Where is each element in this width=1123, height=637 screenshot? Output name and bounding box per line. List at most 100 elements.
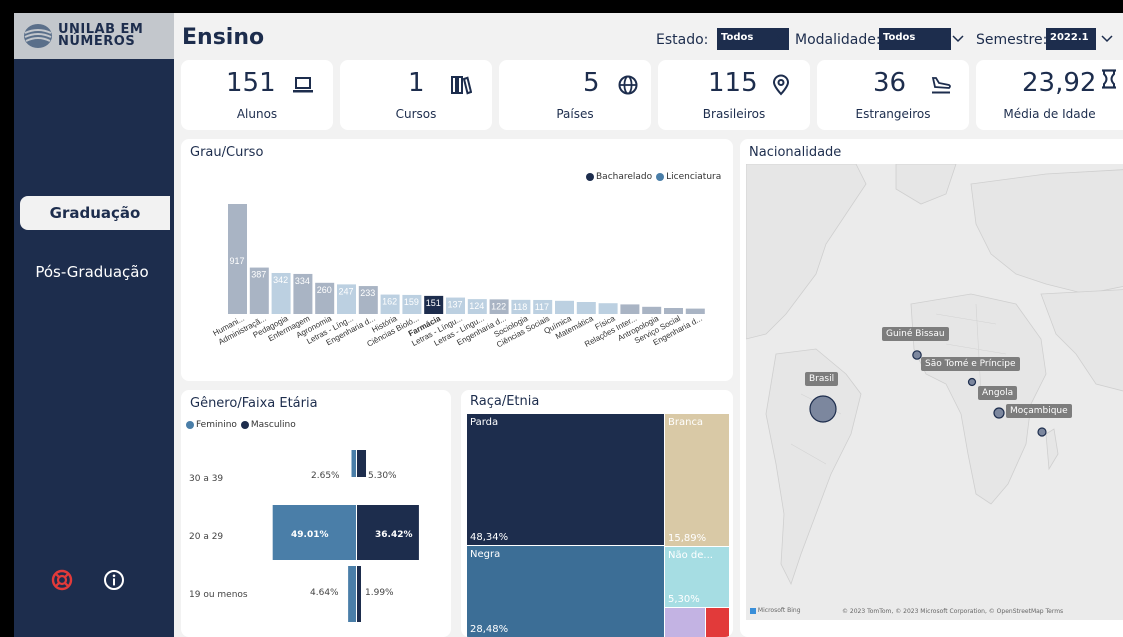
lifebuoy-icon[interactable] xyxy=(51,569,73,591)
bar-feminino-2[interactable] xyxy=(348,566,356,622)
bar-17[interactable] xyxy=(598,303,618,314)
map-bubble-sao-tome[interactable] xyxy=(967,377,977,387)
panel-grau-curso: Grau/Curso Bacharelado Licenciatura 917 H… xyxy=(181,139,733,381)
bar-20[interactable] xyxy=(664,308,683,314)
nav-graduacao-label: Graduação xyxy=(49,204,141,222)
map-label-mocambique: Moçambique xyxy=(1006,404,1072,418)
bar-label-6: 233 xyxy=(360,288,375,298)
logo-text: UNILAB EM NÚMEROS xyxy=(58,23,143,49)
bar-label-12: 122 xyxy=(491,301,506,311)
bar-label-1: 387 xyxy=(251,270,266,280)
nacionalidade-title: Nacionalidade xyxy=(749,145,842,160)
bar-label-14: 117 xyxy=(535,302,549,312)
treemap-parda-name: Parda xyxy=(470,417,499,428)
treemap-cell-negra[interactable]: Negra 28,48% xyxy=(467,546,664,637)
map-label-sao-tome: São Tomé e Príncipe xyxy=(921,357,1020,371)
books-icon xyxy=(451,76,472,95)
pct-fem-19-menos: 4.64% xyxy=(310,588,339,598)
treemap-branca-name: Branca xyxy=(668,417,704,428)
chevron-down-icon[interactable] xyxy=(948,29,968,49)
treemap-cell-amarela[interactable] xyxy=(665,608,705,637)
kpi-media-idade: 23,92 Média de Idade xyxy=(976,60,1123,130)
bar-label-3: 334 xyxy=(295,276,310,286)
map-credit[interactable]: © 2023 TomTom, © 2023 Microsoft Corporat… xyxy=(842,608,1063,615)
estado-label: Estado: xyxy=(656,32,709,48)
treemap-cell-branca[interactable]: Branca 15,89% xyxy=(665,414,729,546)
world-map[interactable]: Brasil Guiné Bissau São Tomé e Príncipe … xyxy=(746,164,1123,620)
estado-value: Todos xyxy=(721,32,754,43)
bar-label-4: 260 xyxy=(317,285,332,295)
laptop-icon xyxy=(293,77,313,93)
bar-label-2: 342 xyxy=(273,275,288,285)
semestre-select[interactable]: 2022.1 xyxy=(1046,28,1096,50)
map-bubble-guine-bissau[interactable] xyxy=(912,350,922,360)
plane-landing-icon xyxy=(931,77,951,94)
map-bing-label: Microsoft Bing xyxy=(757,607,801,614)
kpi-cursos: 1 Cursos xyxy=(340,60,492,130)
page-title: Ensino xyxy=(182,25,265,50)
kpi-brasileiros-value: 115 xyxy=(708,68,758,98)
kpi-estrangeiros: 36 Estrangeiros xyxy=(817,60,969,130)
bar-label-8: 159 xyxy=(404,297,419,307)
screen-frame: UNILAB EM NÚMEROS Graduação Pós-Graduaçã… xyxy=(0,0,1123,637)
modalidade-label: Modalidade: xyxy=(795,32,881,48)
treemap-nao-declarado-name: Não de... xyxy=(668,550,713,561)
pct-masc-30-39: 5.30% xyxy=(368,471,397,481)
dashboard: UNILAB EM NÚMEROS Graduação Pós-Graduaçã… xyxy=(14,13,1123,637)
panel-raca-etnia: Raça/Etnia Parda 48,34% Negra 28,48% Bra… xyxy=(461,390,733,637)
bar-label-7: 162 xyxy=(382,297,397,307)
bar-18[interactable] xyxy=(620,304,640,314)
kpi-estrangeiros-value: 36 xyxy=(873,68,907,98)
bar-19[interactable] xyxy=(642,306,662,314)
pct-masc-19-menos: 1.99% xyxy=(365,588,394,598)
map-label-guine-bissau: Guiné Bissau xyxy=(882,327,949,341)
kpi-brasileiros: 115 Brasileiros xyxy=(658,60,810,130)
treemap-cell-nao-declarado[interactable]: Não de... 5,30% xyxy=(665,547,729,607)
modalidade-select[interactable]: Todos xyxy=(879,28,951,50)
hourglass-icon xyxy=(1102,69,1116,89)
map-bubble-brasil[interactable] xyxy=(809,395,837,423)
kpi-media-idade-label: Média de Idade xyxy=(1003,107,1096,121)
treemap-cell-parda[interactable]: Parda 48,34% xyxy=(467,414,664,545)
nav-graduacao[interactable]: Graduação xyxy=(20,196,170,230)
treemap-nao-declarado-value: 5,30% xyxy=(668,594,700,605)
bar-21[interactable] xyxy=(685,308,705,314)
bar-feminino-0[interactable] xyxy=(351,450,356,477)
nav-pos-graduacao-label: Pós-Graduação xyxy=(35,263,149,281)
pct-masc-20-29: 36.42% xyxy=(375,530,413,540)
bar-label-9: 151 xyxy=(426,298,441,308)
chevron-down-icon[interactable] xyxy=(1097,29,1117,49)
treemap-parda-value: 48,34% xyxy=(470,532,509,543)
genero-chart xyxy=(272,450,419,622)
kpi-cursos-value: 1 xyxy=(408,68,425,98)
kpi-alunos: 151 Alunos xyxy=(181,60,333,130)
chevron-down-icon[interactable] xyxy=(772,29,792,49)
bar-masculino-2[interactable] xyxy=(357,566,361,622)
bar-15[interactable] xyxy=(555,300,574,314)
kpi-paises-value: 5 xyxy=(583,68,600,98)
semestre-label: Semestre: xyxy=(976,32,1048,48)
map-label-brasil: Brasil xyxy=(805,372,839,386)
map-bubble-mocambique[interactable] xyxy=(1037,427,1047,437)
map-bubbles xyxy=(809,350,1047,437)
kpi-paises: 5 Países xyxy=(499,60,651,130)
semestre-value: 2022.1 xyxy=(1050,32,1089,43)
logo: UNILAB EM NÚMEROS xyxy=(14,13,174,59)
map-bing-logo: Microsoft Bing xyxy=(750,607,801,614)
bar-label-5: 247 xyxy=(339,286,354,296)
bar-masculino-0[interactable] xyxy=(357,450,367,477)
info-icon[interactable] xyxy=(103,569,125,591)
treemap-negra-value: 28,48% xyxy=(470,624,509,635)
map-pin-icon xyxy=(772,74,790,96)
treemap-branca-value: 15,89% xyxy=(668,533,707,544)
bar-label-10: 137 xyxy=(448,300,463,310)
map-bubble-angola[interactable] xyxy=(993,407,1005,419)
logo-line-2: NÚMEROS xyxy=(58,34,136,49)
nav-pos-graduacao[interactable]: Pós-Graduação xyxy=(14,255,170,289)
panel-nacionalidade: Nacionalidade Brasil Guiné Bissau São To… xyxy=(740,139,1123,637)
treemap-cell-indigena[interactable] xyxy=(706,608,729,637)
bar-16[interactable] xyxy=(576,302,596,314)
raca-title: Raça/Etnia xyxy=(470,394,540,409)
kpi-alunos-label: Alunos xyxy=(236,107,278,121)
pct-fem-20-29: 49.01% xyxy=(291,530,329,540)
